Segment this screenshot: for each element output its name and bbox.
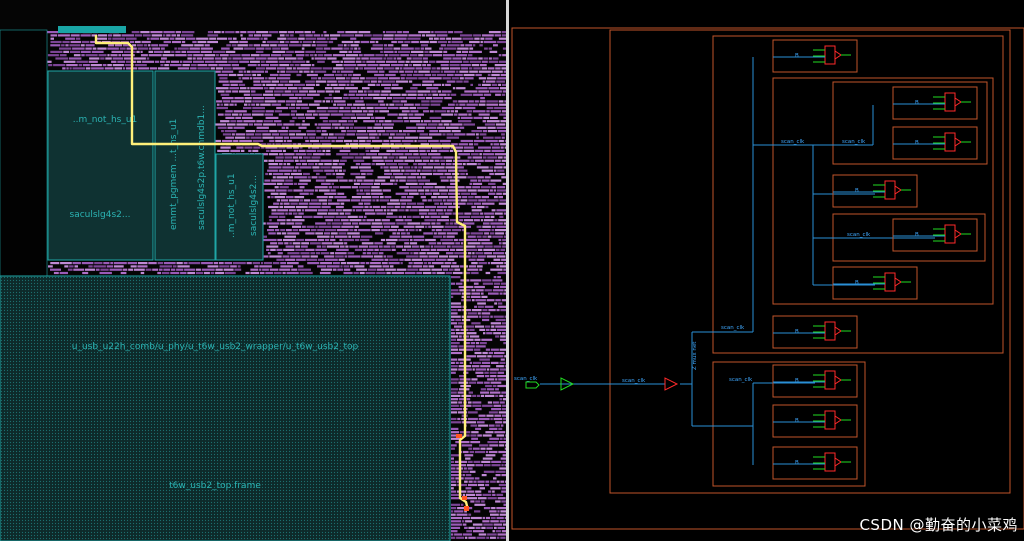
- layout-canvas[interactable]: ..m_not_hs_u1 saculslg4s2... emmt_pgmem …: [0, 0, 506, 541]
- cell-label: B: [855, 280, 859, 286]
- layout-view[interactable]: ..m_not_hs_u1 saculslg4s2... emmt_pgmem …: [0, 0, 506, 541]
- cell-label: B: [915, 140, 919, 146]
- macro-instance-1[interactable]: ..m_not_hs_u1 saculslg4s2...: [47, 70, 154, 261]
- cell-label: B: [915, 232, 919, 238]
- net-label: scan_clk: [781, 139, 805, 145]
- macro-frame-label: t6w_usb2_top.frame: [169, 481, 261, 491]
- usb-macro[interactable]: u_usb_u22h_comb/u_phy/u_t6w_usb2_wrapper…: [0, 275, 451, 541]
- schematic-canvas[interactable]: scan_clk scan_clk Z mux net scan_clk sca…: [509, 0, 1024, 541]
- net-label: scan_clk: [842, 139, 866, 145]
- port-label: scan_clk: [514, 376, 538, 382]
- macro-label: saculslg4s2...: [70, 210, 131, 220]
- macro-path-label: u_usb_u22h_comb/u_phy/u_t6w_usb2_wrapper…: [72, 342, 359, 352]
- route-marker: [456, 434, 462, 438]
- mux-net-label: Z mux net: [692, 341, 698, 370]
- watermark: CSDN @勤奋的小菜鸡: [859, 516, 1018, 534]
- eda-viewer: ..m_not_hs_u1 saculslg4s2... emmt_pgmem …: [0, 0, 1024, 541]
- route-marker: [462, 496, 467, 500]
- cell-label: B: [795, 329, 799, 335]
- cell-label: B: [795, 418, 799, 424]
- cell-label: B: [795, 460, 799, 466]
- cell-label: B: [795, 53, 799, 59]
- macro-label: saculslg4s2...: [249, 175, 259, 236]
- net-label: scan_clk: [729, 377, 753, 383]
- blockage-region: [0, 29, 48, 277]
- cell-label: B: [915, 100, 919, 106]
- net-label: scan_clk: [847, 232, 871, 238]
- macro-instance-2[interactable]: emmt_pgmem ...t_hs_u1 saculslg4s2p.t6w.c…: [154, 70, 216, 261]
- macro-label: emmt_pgmem ...t_hs_u1: [169, 119, 179, 230]
- macro-instance-3[interactable]: ..m_not_hs_u1 saculslg4s2...: [215, 153, 264, 261]
- cell-label: B: [795, 378, 799, 384]
- net-label: scan_clk: [622, 378, 646, 384]
- schematic-view[interactable]: scan_clk scan_clk Z mux net scan_clk sca…: [509, 0, 1024, 541]
- macro-label: ..m_not_hs_u1: [73, 115, 138, 125]
- macro-label: saculslg4s2p.t6w.cnmdb1...: [197, 105, 207, 230]
- net-label: scan_clk: [721, 325, 745, 331]
- cell-label: B: [855, 188, 859, 194]
- route-marker: [464, 506, 469, 511]
- macro-label: ..m_not_hs_u1: [227, 173, 237, 238]
- io-pin-bar[interactable]: [58, 26, 126, 33]
